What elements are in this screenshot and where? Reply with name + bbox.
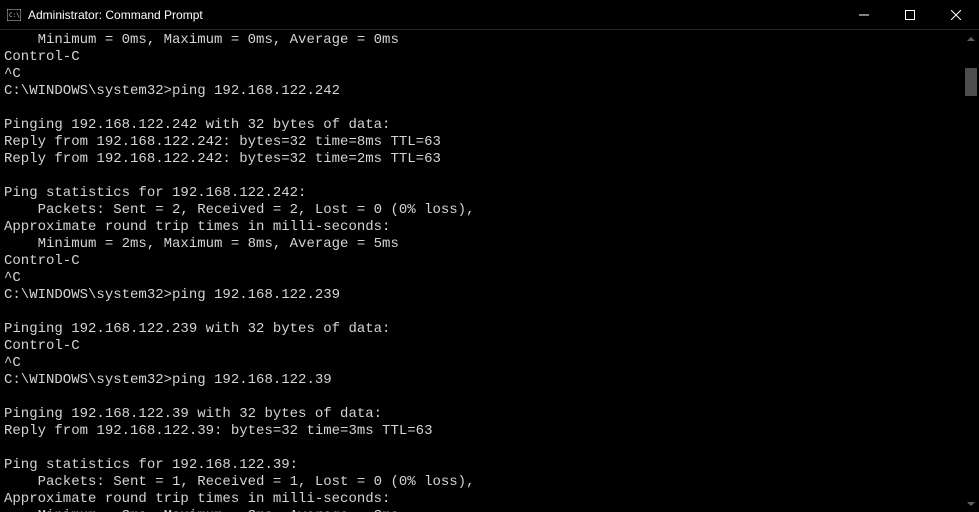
maximize-button[interactable] [887, 0, 933, 29]
scrollbar[interactable] [963, 30, 979, 512]
minimize-button[interactable] [841, 0, 887, 29]
svg-text:C:\: C:\ [9, 12, 20, 19]
scroll-down-button[interactable] [963, 495, 979, 512]
close-button[interactable] [933, 0, 979, 29]
window-title: Administrator: Command Prompt [28, 8, 841, 22]
terminal-output[interactable]: Minimum = 0ms, Maximum = 0ms, Average = … [0, 30, 963, 512]
titlebar[interactable]: C:\ Administrator: Command Prompt [0, 0, 979, 30]
window-controls [841, 0, 979, 29]
scroll-thumb[interactable] [965, 68, 977, 96]
scroll-up-button[interactable] [963, 30, 979, 47]
terminal-area: Minimum = 0ms, Maximum = 0ms, Average = … [0, 30, 979, 512]
cmd-icon: C:\ [6, 7, 22, 23]
